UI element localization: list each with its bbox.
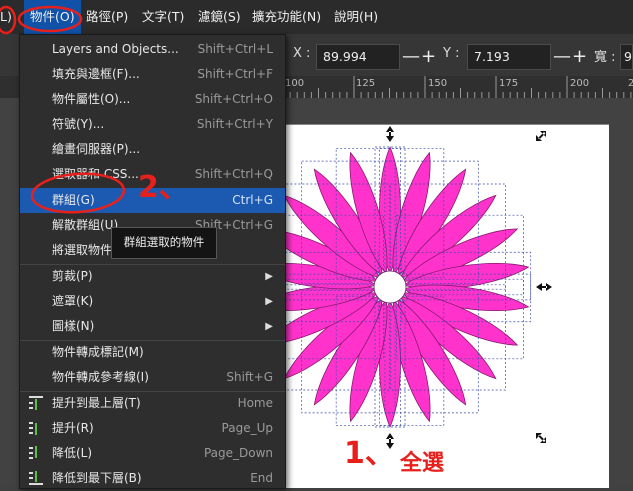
menu-item-shortcut: Shift+Ctrl+O [194, 92, 273, 106]
menu-item-label: 降低到最下層(B) [52, 471, 142, 485]
group-tooltip: 群組選取的物件 [111, 227, 217, 259]
flower-center [373, 270, 407, 304]
scale-handle-top[interactable] [386, 126, 394, 142]
menu-item-shortcut: Shift+Ctrl+Y [196, 117, 273, 131]
menu-item-label: 遮罩(K) [52, 294, 94, 308]
menu-item-shortcut: Shift+Ctrl+L [197, 42, 273, 56]
menu-item-shortcut: Page_Up [221, 421, 273, 435]
menu-item-raise[interactable]: 提升(R) Page_Up [20, 416, 285, 441]
menu-item-label: 填充與邊框(F)... [52, 67, 140, 81]
menu-item-label: 選取器和 CSS... [52, 167, 139, 181]
menu-item-objects-to-guides[interactable]: 物件轉成參考線(I) Shift+G [20, 365, 285, 390]
menu-item-lower[interactable]: 降低(L) Page_Down [20, 441, 285, 466]
menu-item-label: 物件屬性(O)... [52, 92, 131, 106]
menu-item-label: 物件轉成標記(M) [52, 345, 144, 359]
menu-item-shortcut: Ctrl+G [232, 193, 273, 207]
menu-item-label: 提升(R) [52, 421, 94, 435]
menu-item-shortcut: Home [237, 396, 273, 410]
corner-handle-top-right[interactable] [536, 131, 546, 141]
annotation-step2: 2、 [138, 170, 189, 205]
submenu-arrow-icon: ▶ [265, 321, 273, 332]
menu-item-objects-to-marker[interactable]: 物件轉成標記(M) [20, 340, 285, 365]
menu-item-raise-to-top[interactable]: 提升到最上層(T) Home [20, 391, 285, 416]
menu-item-label: 繪畫伺服器(P)... [52, 142, 141, 156]
menu-item-symbols[interactable]: 符號(Y)... Shift+Ctrl+Y [20, 112, 285, 137]
raise-icon [29, 422, 37, 435]
lower-to-bottom-icon [29, 471, 43, 485]
menu-item-shortcut: Page_Down [203, 446, 273, 460]
annotation-select-all-text: 全選 [400, 451, 445, 476]
menu-item-label: Layers and Objects... [52, 42, 179, 56]
menu-item-label: 符號(Y)... [52, 117, 105, 131]
menu-item-layers-objects[interactable]: Layers and Objects... Shift+Ctrl+L [20, 37, 285, 62]
corner-handle-bottom-right[interactable] [536, 433, 546, 443]
scale-handle-right[interactable] [536, 283, 552, 291]
menu-item-clip[interactable]: 剪裁(P) ▶ [20, 264, 285, 289]
menu-item-label: 群組(G) [52, 193, 95, 207]
menu-item-label: 解散群組(U) [52, 218, 119, 232]
submenu-arrow-icon: ▶ [265, 296, 273, 307]
menu-item-object-properties[interactable]: 物件屬性(O)... Shift+Ctrl+O [20, 87, 285, 112]
submenu-arrow-icon: ▶ [265, 271, 273, 282]
menu-item-fill-stroke[interactable]: 填充與邊框(F)... Shift+Ctrl+F [20, 62, 285, 87]
menu-item-label: 提升到最上層(T) [52, 396, 141, 410]
raise-to-top-icon [29, 396, 43, 410]
annotation-step1: 1、 [344, 436, 395, 471]
menu-item-pattern[interactable]: 圖樣(N) ▶ [20, 314, 285, 339]
menu-item-label: 剪裁(P) [52, 269, 93, 283]
menu-item-mask[interactable]: 遮罩(K) ▶ [20, 289, 285, 314]
menu-item-shortcut: Shift+G [226, 370, 273, 384]
menu-item-shortcut: Shift+Ctrl+Q [194, 167, 273, 181]
menu-item-label: 物件轉成參考線(I) [52, 370, 149, 384]
menu-item-label: 降低(L) [52, 446, 93, 460]
menu-item-paint-servers[interactable]: 繪畫伺服器(P)... [20, 137, 285, 162]
menu-item-lower-to-bottom[interactable]: 降低到最下層(B) End [20, 466, 285, 491]
menu-item-shortcut: Shift+Ctrl+F [197, 67, 273, 81]
menu-item-shortcut: End [250, 471, 273, 485]
menu-item-label: 圖樣(N) [52, 319, 95, 333]
object-menu-dropdown: Layers and Objects... Shift+Ctrl+L 填充與邊框… [19, 34, 286, 489]
lower-icon [29, 446, 37, 459]
